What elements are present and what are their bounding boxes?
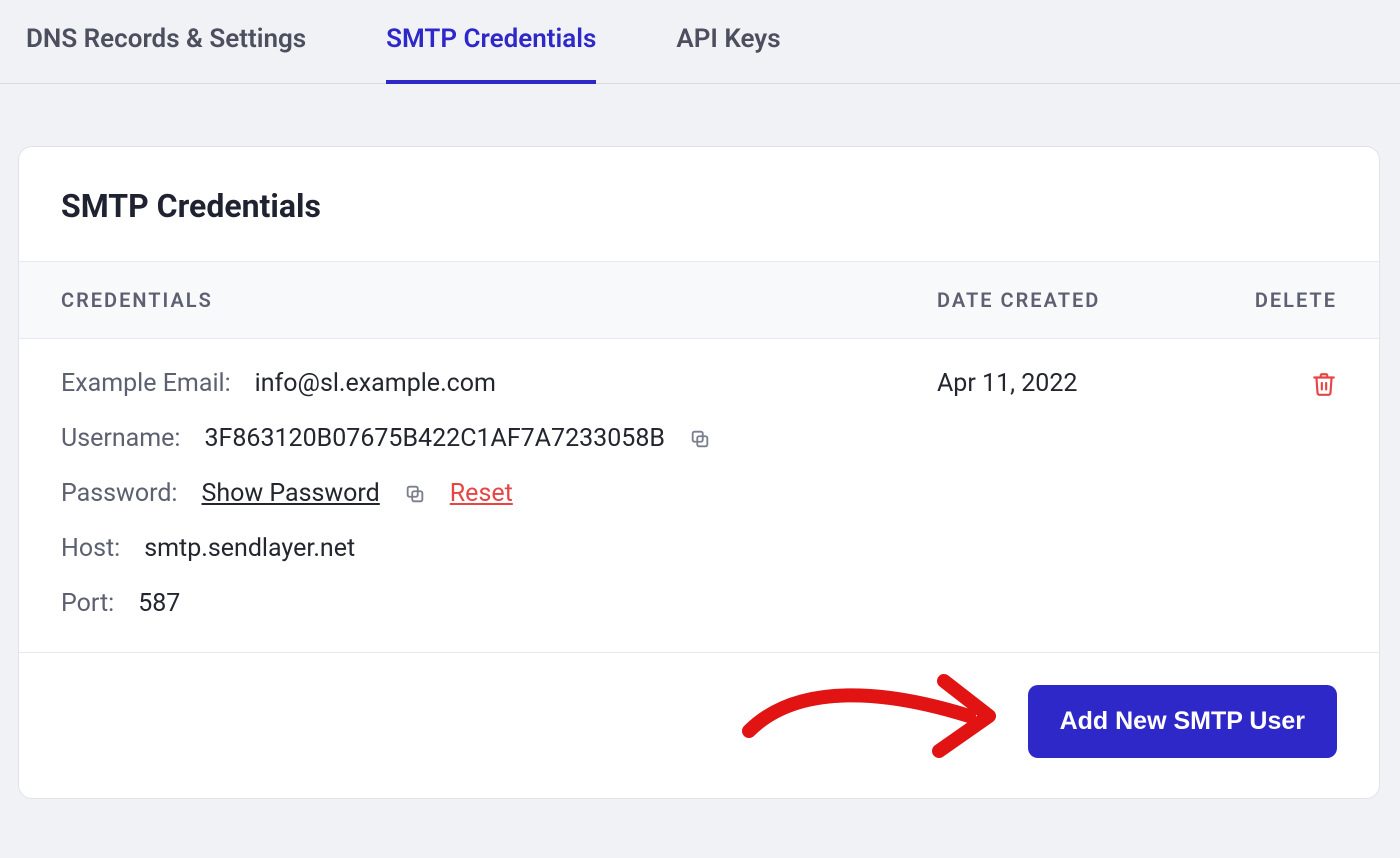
example-email-line: Example Email: info@sl.example.com: [61, 369, 937, 398]
reset-password-link[interactable]: Reset: [450, 479, 513, 508]
table-row: Example Email: info@sl.example.com Usern…: [19, 339, 1379, 653]
tabs: DNS Records & Settings SMTP Credentials …: [0, 0, 1400, 84]
trash-icon[interactable]: [1311, 371, 1337, 399]
port-value: 587: [138, 589, 180, 618]
col-header-date-created: Date Created: [937, 288, 1197, 312]
example-email-value: info@sl.example.com: [255, 369, 496, 398]
example-email-label: Example Email:: [61, 369, 231, 398]
col-header-delete: Delete: [1197, 288, 1337, 312]
tab-dns-records-settings[interactable]: DNS Records & Settings: [26, 0, 306, 84]
card-title: SMTP Credentials: [19, 147, 1379, 261]
copy-icon[interactable]: [404, 483, 426, 505]
annotation-arrow-icon: [739, 661, 1009, 781]
credentials-cell: Example Email: info@sl.example.com Usern…: [61, 369, 937, 618]
password-label: Password:: [61, 479, 177, 508]
delete-cell: [1197, 369, 1337, 618]
username-label: Username:: [61, 424, 180, 453]
username-value: 3F863120B07675B422C1AF7A7233058B: [204, 424, 664, 453]
add-new-smtp-user-button[interactable]: Add New SMTP User: [1028, 685, 1337, 758]
password-line: Password: Show Password Reset: [61, 479, 937, 508]
card-footer: Add New SMTP User: [19, 653, 1379, 798]
date-created-cell: Apr 11, 2022: [937, 369, 1197, 618]
host-label: Host:: [61, 534, 120, 563]
table-header: Credentials Date Created Delete: [19, 261, 1379, 339]
host-value: smtp.sendlayer.net: [144, 534, 355, 563]
copy-icon[interactable]: [689, 428, 711, 450]
tab-api-keys[interactable]: API Keys: [676, 0, 780, 84]
show-password-link[interactable]: Show Password: [201, 479, 379, 508]
host-line: Host: smtp.sendlayer.net: [61, 534, 937, 563]
tab-smtp-credentials[interactable]: SMTP Credentials: [386, 0, 596, 84]
smtp-credentials-card: SMTP Credentials Credentials Date Create…: [18, 146, 1380, 799]
port-label: Port:: [61, 589, 114, 618]
username-line: Username: 3F863120B07675B422C1AF7A723305…: [61, 424, 937, 453]
port-line: Port: 587: [61, 589, 937, 618]
col-header-credentials: Credentials: [61, 288, 937, 312]
